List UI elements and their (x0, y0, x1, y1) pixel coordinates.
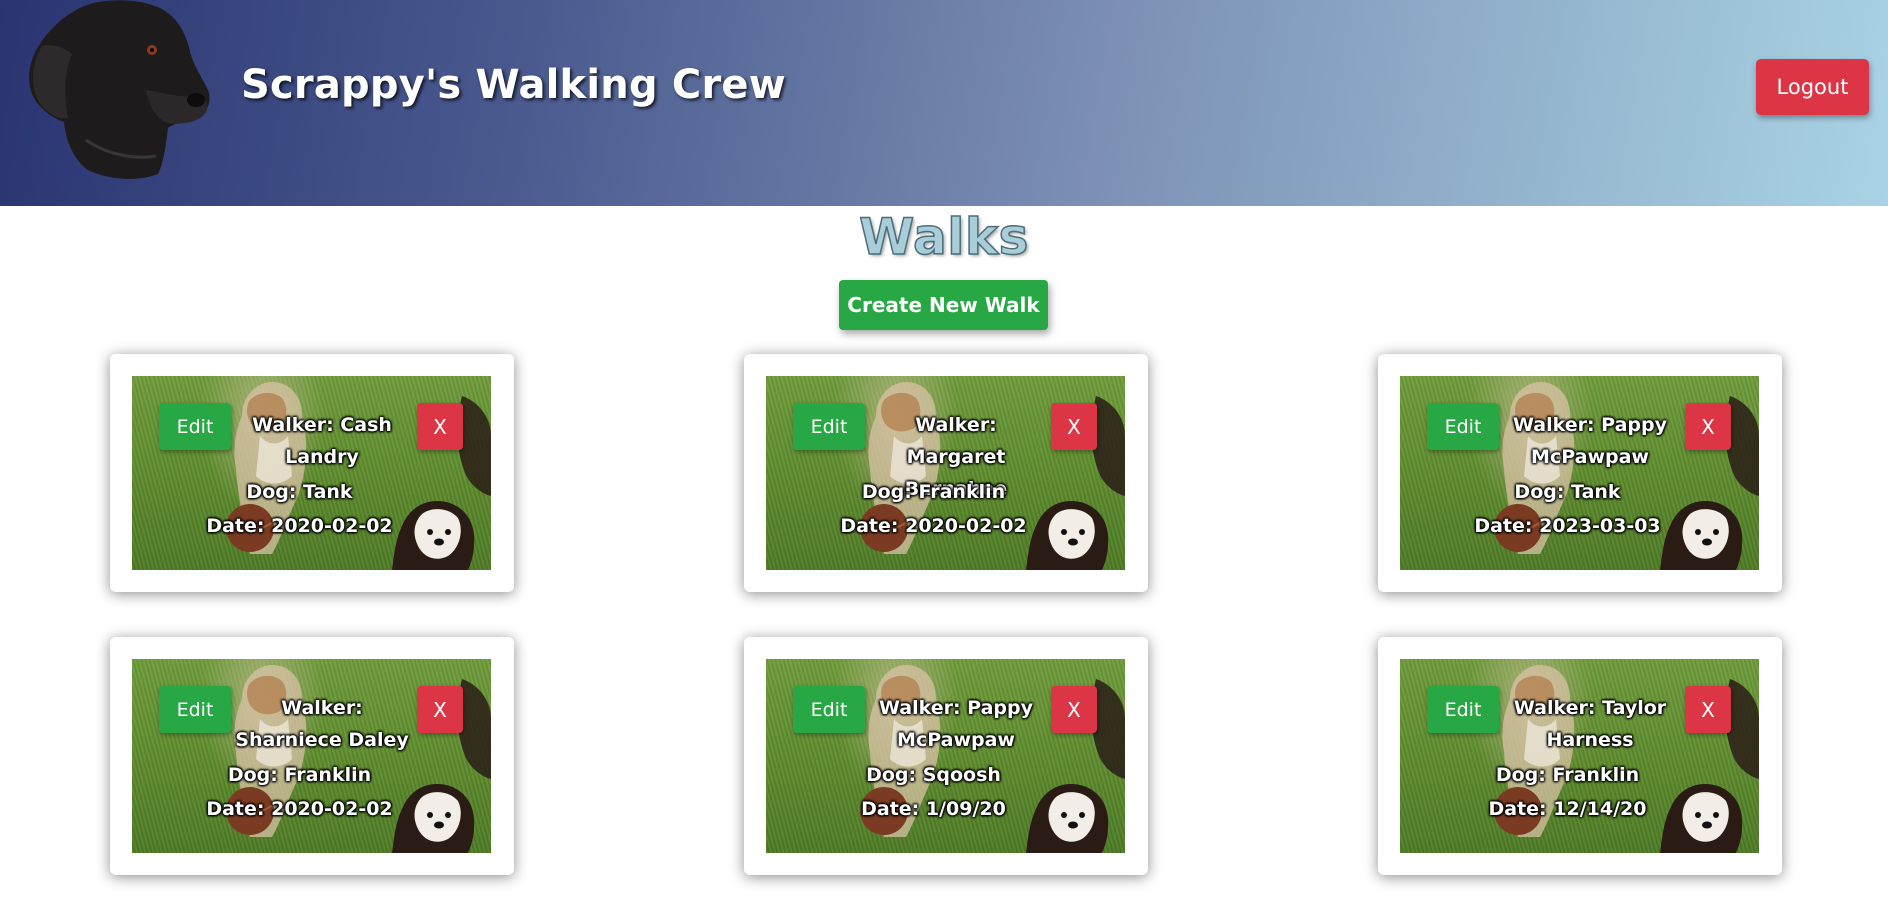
delete-walk-button[interactable]: X (417, 686, 463, 733)
dog-name: Dog: Sqoosh (766, 759, 1125, 791)
create-new-walk-button[interactable]: Create New Walk (839, 280, 1048, 330)
dog-name-label: Dog: Sqoosh (866, 764, 1001, 786)
edit-walk-button[interactable]: Edit (1427, 403, 1499, 450)
edit-walk-button[interactable]: Edit (1427, 686, 1499, 733)
walk-card: Edit X Walker: Margaret Barnabee Dog: Fr… (744, 354, 1148, 592)
walk-date: Date: 2020-02-02 (132, 510, 491, 542)
dogs-on-grass-photo: Edit X Walker: Cash Landry Dog: Tank Dat… (132, 376, 491, 570)
walk-date-label: Date: 2020-02-02 (840, 515, 1027, 537)
walk-card: Edit X Walker: Taylor Harness Dog: Frank… (1378, 637, 1782, 875)
dogs-on-grass-photo: Edit X Walker: Pappy McPawpaw Dog: Sqoos… (766, 659, 1125, 853)
dog-name: Dog: Tank (132, 476, 491, 508)
dog-name-label: Dog: Tank (1514, 481, 1621, 503)
walker-name: Walker: Pappy McPawpaw (1512, 414, 1668, 468)
edit-walk-button[interactable]: Edit (793, 686, 865, 733)
walk-card: Edit X Walker: Cash Landry Dog: Tank Dat… (110, 354, 514, 592)
delete-walk-button[interactable]: X (417, 403, 463, 450)
dog-name: Dog: Franklin (766, 476, 1125, 508)
dog-name-label: Dog: Franklin (227, 764, 372, 786)
walk-date-label: Date: 2020-02-02 (206, 515, 393, 537)
logout-button[interactable]: Logout (1756, 59, 1869, 115)
dog-name: Dog: Tank (1400, 476, 1759, 508)
delete-walk-button[interactable]: X (1685, 686, 1731, 733)
walker-name: Walker: Sharniece Daley (235, 697, 409, 751)
page-title: Walks (858, 207, 1029, 267)
delete-walk-button[interactable]: X (1051, 686, 1097, 733)
walker-name: Walker: Pappy McPawpaw (878, 697, 1034, 751)
dog-name-label: Dog: Tank (246, 481, 353, 503)
walk-date: Date: 12/14/20 (1400, 793, 1759, 825)
delete-walk-button[interactable]: X (1685, 403, 1731, 450)
walk-card: Edit X Walker: Pappy McPawpaw Dog: Sqoos… (744, 637, 1148, 875)
site-header: Scrappy's Walking Crew Logout (0, 0, 1888, 206)
walk-card: Edit X Walker: Sharniece Daley Dog: Fran… (110, 637, 514, 875)
edit-walk-button[interactable]: Edit (159, 686, 231, 733)
walk-card: Edit X Walker: Pappy McPawpaw Dog: Tank … (1378, 354, 1782, 592)
walk-date: Date: 2023-03-03 (1400, 510, 1759, 542)
edit-walk-button[interactable]: Edit (793, 403, 865, 450)
walk-date-label: Date: 12/14/20 (1488, 798, 1647, 820)
dogs-on-grass-photo: Edit X Walker: Sharniece Daley Dog: Fran… (132, 659, 491, 853)
walker-name: Walker: Cash Landry (252, 414, 392, 468)
walk-date-label: Date: 1/09/20 (861, 798, 1006, 820)
walk-date: Date: 2020-02-02 (766, 510, 1125, 542)
dog-name: Dog: Franklin (132, 759, 491, 791)
walk-date-label: Date: 2020-02-02 (206, 798, 393, 820)
delete-walk-button[interactable]: X (1051, 403, 1097, 450)
site-title: Scrappy's Walking Crew (241, 62, 786, 108)
walk-date: Date: 1/09/20 (766, 793, 1125, 825)
edit-walk-button[interactable]: Edit (159, 403, 231, 450)
black-labrador-logo-icon (29, 0, 210, 179)
dogs-on-grass-photo: Edit X Walker: Pappy McPawpaw Dog: Tank … (1400, 376, 1759, 570)
dog-name-label: Dog: Franklin (1495, 764, 1640, 786)
walk-date: Date: 2020-02-02 (132, 793, 491, 825)
dogs-on-grass-photo: Edit X Walker: Margaret Barnabee Dog: Fr… (766, 376, 1125, 570)
walker-name: Walker: Taylor Harness (1513, 697, 1667, 751)
walk-date-label: Date: 2023-03-03 (1474, 515, 1661, 537)
dogs-on-grass-photo: Edit X Walker: Taylor Harness Dog: Frank… (1400, 659, 1759, 853)
dog-name: Dog: Franklin (1400, 759, 1759, 791)
dog-name-label: Dog: Franklin (861, 481, 1006, 503)
